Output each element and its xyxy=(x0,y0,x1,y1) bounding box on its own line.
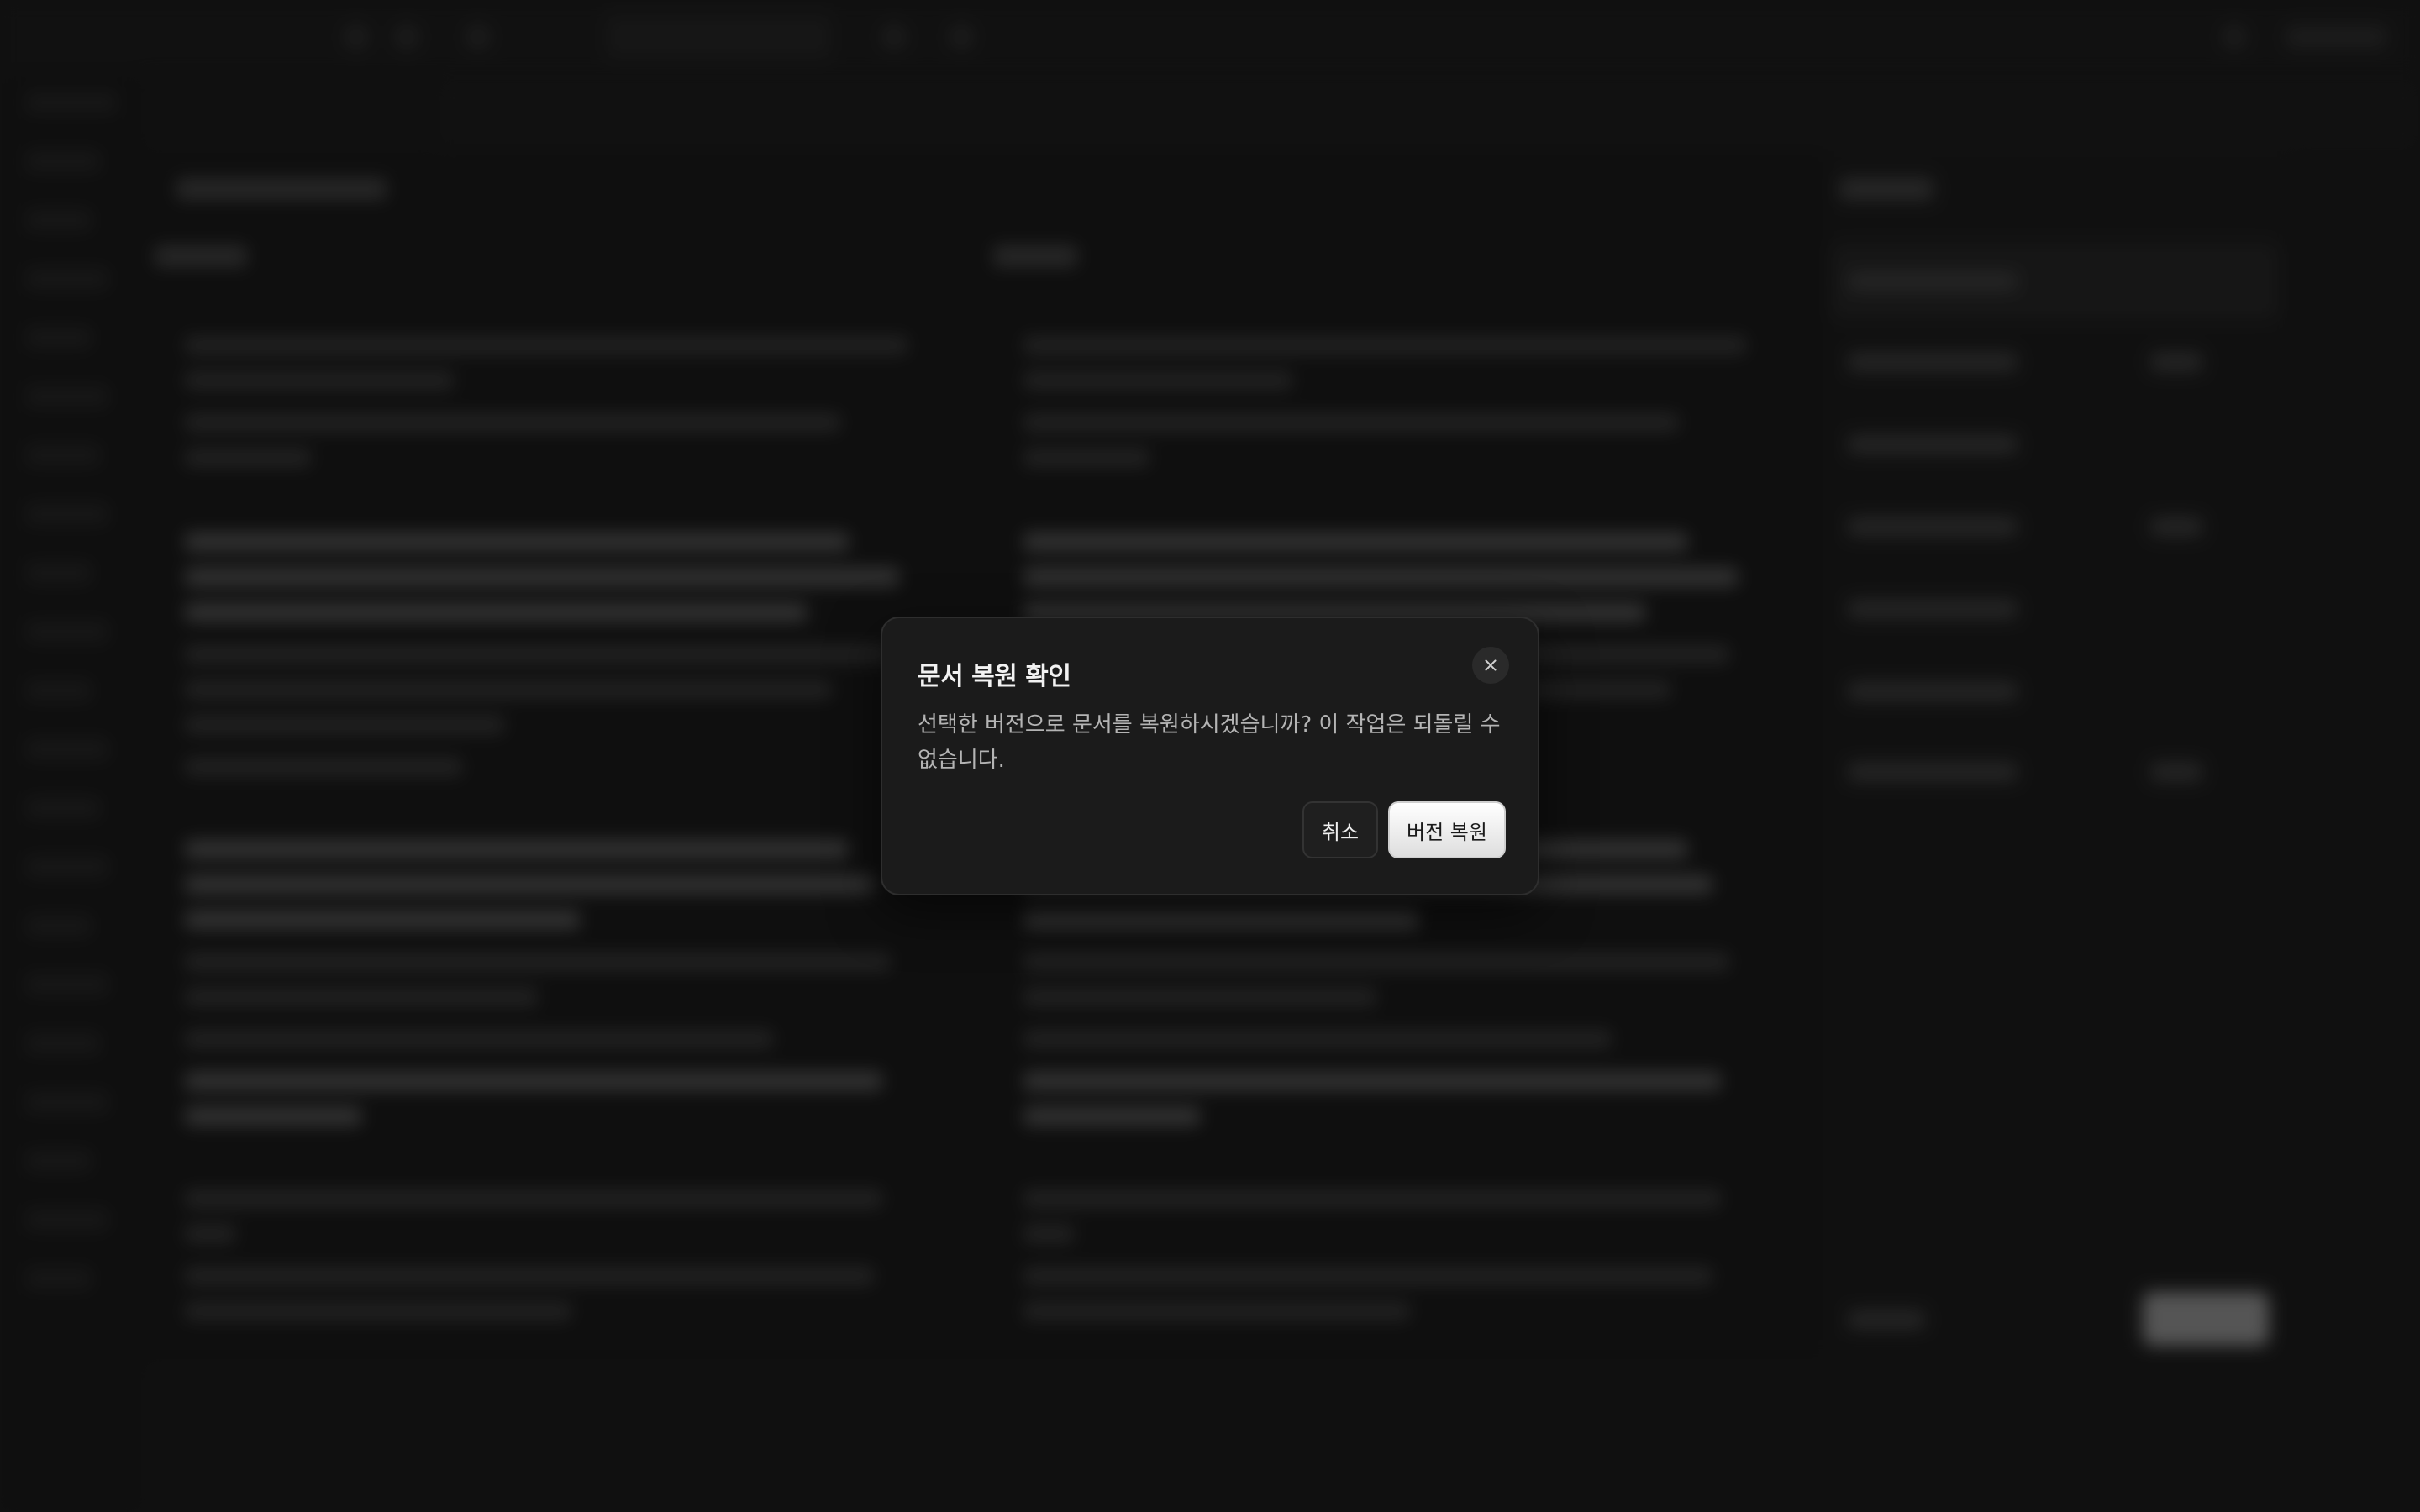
restore-confirm-dialog: 문서 복원 확인 선택한 버전으로 문서를 복원하시겠습니까? 이 작업은 되돌… xyxy=(881,617,1539,895)
close-button[interactable] xyxy=(1472,647,1509,684)
app-window: 문서 복원 확인 선택한 버전으로 문서를 복원하시겠습니까? 이 작업은 되돌… xyxy=(0,0,2420,1512)
dialog-title: 문서 복원 확인 xyxy=(918,662,1071,691)
dialog-message: 선택한 버전으로 문서를 복원하시겠습니까? 이 작업은 되돌릴 수 없습니다. xyxy=(918,712,1501,773)
close-icon xyxy=(1485,659,1497,671)
cancel-button[interactable]: 취소 xyxy=(1302,801,1378,858)
restore-version-button[interactable]: 버전 복원 xyxy=(1388,801,1506,858)
